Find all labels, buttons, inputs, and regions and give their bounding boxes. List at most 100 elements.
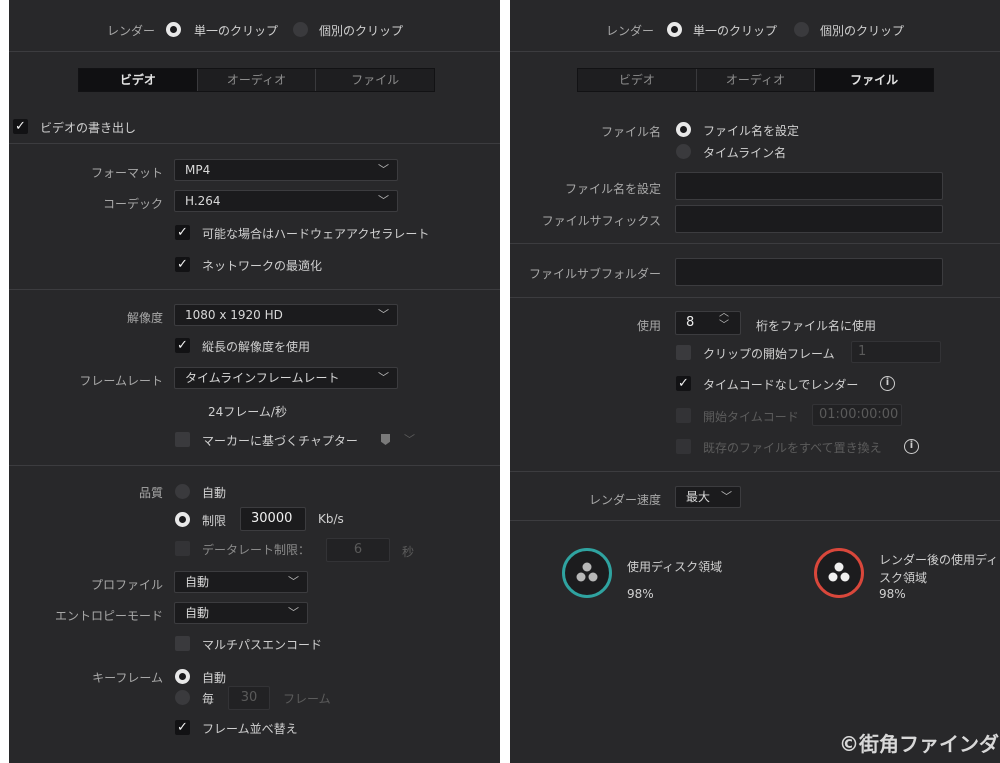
keyframe-every-label: 毎 — [202, 692, 215, 706]
export-video-checkbox[interactable]: ✓ — [13, 119, 28, 134]
overwrite-checkbox[interactable] — [676, 439, 691, 454]
divider — [510, 297, 1000, 298]
hw-accel-checkbox[interactable]: ✓ — [175, 225, 190, 240]
entropy-dropdown[interactable]: 自動 ﹀ — [174, 602, 308, 624]
info-icon[interactable]: i — [880, 376, 895, 391]
tab-video[interactable]: ビデオ — [79, 69, 198, 91]
individual-clips-radio[interactable] — [293, 22, 308, 37]
quality-auto-radio[interactable] — [175, 484, 190, 499]
portrait-checkbox[interactable]: ✓ — [175, 338, 190, 353]
format-dropdown[interactable]: MP4 ﹀ — [174, 159, 398, 181]
keyframe-unit: フレーム — [283, 692, 331, 706]
framerate-value: タイムラインフレームレート — [185, 371, 340, 385]
keyframe-interval-input[interactable]: 30 — [228, 686, 270, 710]
start-timecode-input[interactable]: 01:00:00:00 — [812, 404, 902, 426]
keyframe-every-radio[interactable] — [175, 690, 190, 705]
chapters-label: マーカーに基づくチャプター — [202, 434, 358, 448]
filename-custom-radio[interactable] — [676, 122, 691, 137]
disk-after-label-2: スク領域 — [879, 571, 928, 585]
render-speed-label: レンダー速度 — [588, 493, 661, 507]
overwrite-label: 既存のファイルをすべて置き換え — [703, 441, 882, 455]
format-value: MP4 — [185, 163, 211, 177]
resolution-dropdown[interactable]: 1080 x 1920 HD ﹀ — [174, 304, 398, 326]
start-timecode-label: 開始タイムコード — [703, 410, 799, 424]
multipass-checkbox[interactable] — [175, 636, 190, 651]
quality-label: 品質 — [138, 486, 163, 500]
disk-used-label: 使用ディスク領域 — [627, 560, 723, 574]
no-timecode-checkbox[interactable]: ✓ — [676, 376, 691, 391]
resolution-value: 1080 x 1920 HD — [185, 308, 283, 322]
network-opt-checkbox[interactable]: ✓ — [175, 257, 190, 272]
davinci-logo-icon — [576, 562, 598, 582]
tab-file[interactable]: ファイル — [316, 69, 434, 91]
disk-used-value: 98% — [627, 587, 654, 601]
disk-used-gauge — [562, 548, 612, 598]
tab-audio[interactable]: オーディオ — [697, 69, 816, 91]
info-icon[interactable]: i — [904, 439, 919, 454]
custom-name-input[interactable] — [675, 172, 943, 200]
keyframe-auto-label: 自動 — [202, 671, 227, 685]
divider — [9, 465, 500, 466]
entropy-value: 自動 — [185, 606, 210, 620]
use-label: 使用 — [636, 319, 661, 333]
chevron-down-icon: ﹀ — [721, 490, 732, 503]
framerate-note: 24フレーム/秒 — [208, 405, 287, 419]
entropy-label: エントロピーモード — [54, 609, 163, 623]
profile-value: 自動 — [185, 575, 210, 589]
single-clip-radio[interactable] — [667, 22, 682, 37]
watermark: ©街角ファインダー — [839, 732, 1000, 756]
resolution-label: 解像度 — [126, 311, 163, 325]
clip-start-checkbox[interactable] — [676, 345, 691, 360]
frame-reorder-checkbox[interactable]: ✓ — [175, 720, 190, 735]
datarate-input[interactable]: 6 — [326, 538, 390, 562]
profile-label: プロファイル — [90, 578, 163, 592]
divider — [9, 289, 500, 290]
suffix-input[interactable] — [675, 205, 943, 233]
single-clip-radio[interactable] — [166, 22, 181, 37]
chevron-down-icon: ﹀ — [378, 371, 389, 384]
start-timecode-checkbox[interactable] — [676, 408, 691, 423]
no-timecode-label: タイムコードなしでレンダー — [703, 378, 859, 392]
tab-video[interactable]: ビデオ — [578, 69, 697, 91]
quality-limit-radio[interactable] — [175, 512, 190, 527]
chevron-down-icon[interactable]: ﹀ — [404, 431, 415, 447]
frame-reorder-label: フレーム並べ替え — [202, 722, 298, 736]
chapters-checkbox[interactable] — [175, 432, 190, 447]
disk-after-label-1: レンダー後の使用ディ — [879, 553, 999, 567]
chevron-down-icon: ﹀ — [288, 606, 299, 619]
render-label: レンダー — [107, 24, 156, 38]
tab-file[interactable]: ファイル — [815, 69, 934, 91]
datarate-unit: 秒 — [402, 545, 415, 559]
framerate-dropdown[interactable]: タイムラインフレームレート ﹀ — [174, 367, 398, 389]
codec-label: コーデック — [102, 197, 163, 211]
settings-tabs: ビデオ オーディオ ファイル — [78, 68, 435, 92]
single-clip-label: 単一のクリップ — [693, 24, 778, 38]
codec-dropdown[interactable]: H.264 ﹀ — [174, 190, 398, 212]
bitrate-unit: Kb/s — [318, 512, 344, 526]
disk-after-value: 98% — [879, 587, 906, 601]
video-settings-panel: レンダー 単一のクリップ 個別のクリップ ビデオ オーディオ ファイル ✓ ビデ… — [9, 0, 500, 763]
individual-clips-radio[interactable] — [794, 22, 809, 37]
clip-start-input[interactable]: 1 — [851, 341, 941, 363]
divider — [510, 520, 1000, 521]
stepper-arrows-icon[interactable]: ︿ ﹀ — [719, 308, 729, 332]
export-video-label: ビデオの書き出し — [40, 121, 137, 135]
custom-name-label: ファイル名を設定 — [564, 182, 661, 196]
bitrate-input[interactable]: 30000 — [240, 507, 306, 531]
profile-dropdown[interactable]: 自動 ﹀ — [174, 571, 308, 593]
digits-value: 8 — [686, 315, 695, 330]
marker-icon — [381, 434, 390, 445]
subfolder-input[interactable] — [675, 258, 943, 286]
suffix-label: ファイルサフィックス — [541, 214, 661, 228]
render-speed-dropdown[interactable]: 最大 ﹀ — [675, 486, 741, 508]
filename-timeline-radio[interactable] — [676, 144, 691, 159]
keyframe-auto-radio[interactable] — [175, 669, 190, 684]
file-settings-panel: レンダー 単一のクリップ 個別のクリップ ビデオ オーディオ ファイル ファイル… — [510, 0, 1000, 763]
datarate-limit-checkbox[interactable] — [175, 541, 190, 556]
tab-audio[interactable]: オーディオ — [198, 69, 317, 91]
subfolder-label: ファイルサブフォルダー — [528, 267, 661, 281]
framerate-label: フレームレート — [79, 374, 163, 388]
digits-stepper[interactable]: 8 ︿ ﹀ — [675, 308, 741, 335]
render-label: レンダー — [606, 24, 655, 38]
disk-after-gauge — [814, 548, 864, 598]
